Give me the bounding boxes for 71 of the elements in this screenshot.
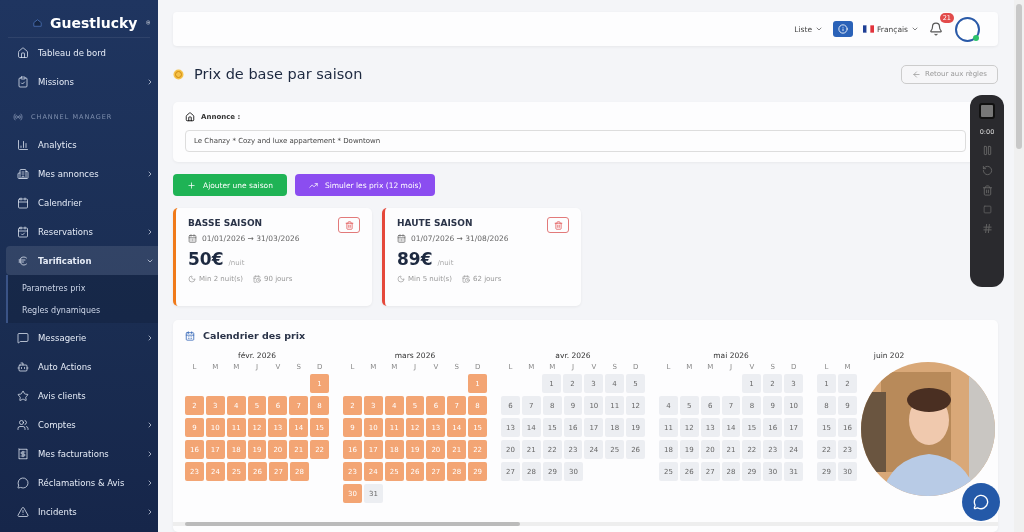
- trend-icon: [308, 180, 318, 190]
- warning-icon: [17, 505, 29, 518]
- plus-icon: [187, 180, 196, 190]
- nav-item[interactable]: Tableau de bord: [0, 38, 158, 67]
- nav-item[interactable]: Tarification: [6, 246, 158, 275]
- flag-icon: [863, 25, 875, 33]
- nav-item[interactable]: Avis clients: [0, 381, 158, 410]
- online-dot: [973, 34, 979, 41]
- users-icon: [17, 418, 29, 431]
- clipboard-icon: [17, 75, 29, 88]
- calendar-clock-icon: [462, 275, 470, 283]
- season-name: BASSE SAISON: [188, 218, 263, 228]
- coin-icon: [173, 68, 184, 80]
- calendar-clock-icon: [253, 275, 261, 283]
- nav-item[interactable]: Analytics: [0, 130, 158, 159]
- signal-icon: [13, 112, 23, 122]
- nav-item[interactable]: Auto Actions: [0, 352, 158, 381]
- sub-nav-item[interactable]: Regles dynamiques: [8, 299, 158, 321]
- toggle-icon[interactable]: [145, 17, 150, 28]
- info-icon: [838, 24, 849, 34]
- season-price: 89€: [397, 249, 433, 269]
- message-icon: [17, 331, 29, 344]
- house-icon: [185, 112, 195, 122]
- chat-bubble-icon: [17, 476, 29, 489]
- page-title: Prix de base par saison: [194, 66, 364, 82]
- nav-item[interactable]: Messagerie: [0, 323, 158, 352]
- brand-name: Guestlucky: [50, 14, 138, 31]
- calendar-check-icon: [17, 225, 29, 238]
- nav-item[interactable]: Incidents: [0, 497, 158, 526]
- chat-bubble-icon: [973, 494, 989, 510]
- delete-button[interactable]: [338, 217, 360, 233]
- euro-icon: [17, 254, 29, 267]
- calendar-icon: [397, 234, 406, 243]
- calendar-title: Calendrier des prix: [203, 330, 306, 341]
- pause-icon[interactable]: [981, 145, 993, 156]
- calendar-icon: [17, 196, 29, 209]
- stop-button[interactable]: [979, 103, 995, 119]
- bar-chart-icon: [17, 138, 29, 151]
- trash-icon[interactable]: [981, 185, 993, 196]
- robot-icon: [17, 360, 29, 373]
- restart-icon[interactable]: [981, 165, 993, 176]
- chevron-down-icon: [815, 25, 824, 33]
- vertical-scrollbar[interactable]: [1014, 0, 1024, 532]
- calendar-icon: [188, 234, 197, 243]
- nav-item[interactable]: Réclamations & Avis: [0, 468, 158, 497]
- grid-icon[interactable]: [981, 223, 993, 234]
- horizontal-scrollbar[interactable]: [173, 522, 998, 526]
- trash-icon: [344, 220, 354, 230]
- season-price: 50€: [188, 249, 224, 269]
- nav-item[interactable]: Calendrier: [0, 188, 158, 217]
- arrow-left-icon: [912, 69, 922, 79]
- avatar[interactable]: [955, 16, 980, 42]
- trash-icon: [553, 220, 563, 230]
- nav-item[interactable]: Mes facturations: [0, 439, 158, 468]
- star-icon: [17, 389, 29, 402]
- delete-button[interactable]: [547, 217, 569, 233]
- receipt-icon: [17, 447, 29, 460]
- building-icon: [17, 167, 29, 180]
- nav-item[interactable]: Missions: [0, 67, 158, 96]
- bell-icon[interactable]: [929, 22, 943, 36]
- nav-item[interactable]: Mes annonces: [0, 159, 158, 188]
- sub-nav-item[interactable]: Parametres prix: [8, 277, 158, 299]
- info-button[interactable]: [833, 21, 854, 37]
- chevron-down-icon: [911, 25, 919, 33]
- moon-icon: [188, 275, 196, 283]
- house-icon: [17, 46, 29, 59]
- nav-item[interactable]: Reservations: [0, 217, 158, 246]
- season-name: HAUTE SAISON: [397, 218, 473, 228]
- nav-item[interactable]: Comptes: [0, 410, 158, 439]
- calendar-icon: [185, 330, 195, 341]
- moon-icon: [397, 275, 405, 283]
